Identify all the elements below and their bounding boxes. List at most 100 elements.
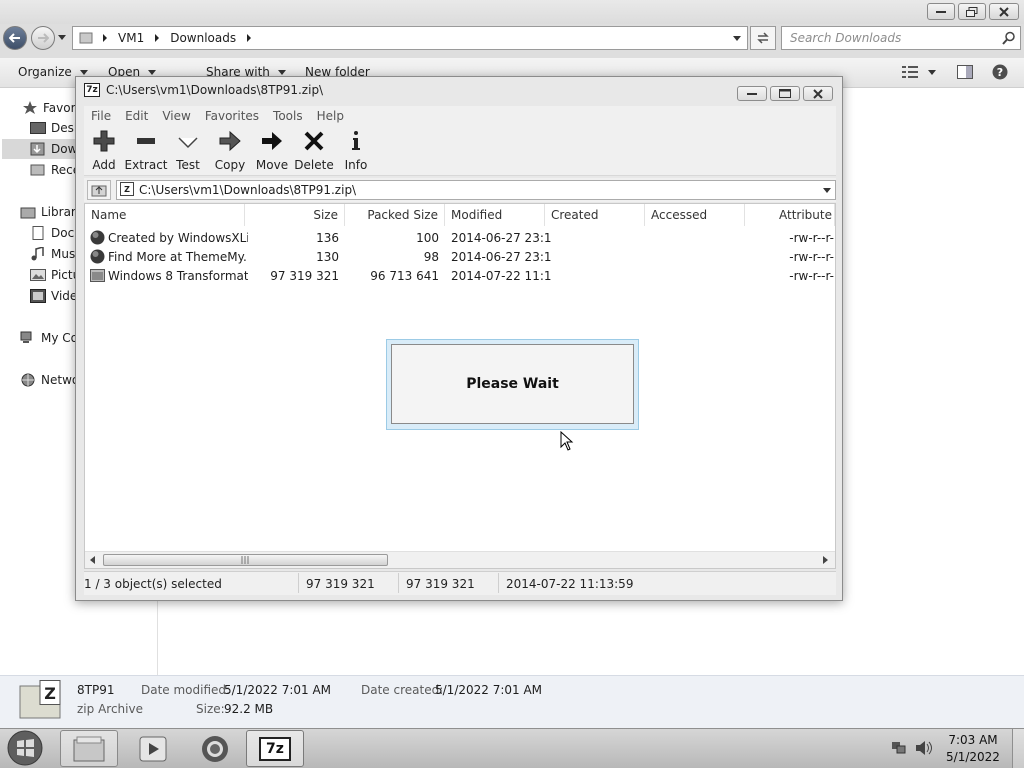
view-list-icon bbox=[902, 66, 918, 78]
row-modified: 2014-07-22 11:13 bbox=[451, 268, 551, 283]
up-folder-button[interactable] bbox=[87, 180, 111, 200]
table-row-selected[interactable]: Windows 8 Transformat... 97 319 321 96 7… bbox=[85, 266, 835, 285]
videos-icon bbox=[30, 289, 46, 303]
date-created-value: 5/1/2022 7:01 AM bbox=[435, 683, 543, 697]
address-bar[interactable]: VM1 Downloads bbox=[72, 26, 748, 50]
menu-tools[interactable]: Tools bbox=[266, 109, 310, 123]
path-value: C:\Users\vm1\Downloads\8TP91.zip\ bbox=[139, 183, 357, 197]
close-button[interactable] bbox=[989, 3, 1019, 20]
nav-music[interactable]: Mus bbox=[30, 244, 75, 264]
archive-path-icon: Z bbox=[120, 182, 134, 196]
column-header-modified[interactable]: Modified bbox=[445, 204, 545, 226]
path-dropdown[interactable] bbox=[823, 187, 831, 193]
menu-help[interactable]: Help bbox=[310, 109, 351, 123]
7zip-maximize-button[interactable] bbox=[770, 86, 800, 101]
explorer-titlebar bbox=[0, 0, 1024, 24]
status-divider bbox=[398, 573, 399, 593]
nav-label: My Co bbox=[41, 331, 78, 345]
column-header-accessed[interactable]: Accessed bbox=[645, 204, 745, 226]
network-tray-icon[interactable] bbox=[891, 741, 907, 755]
7zip-close-button[interactable] bbox=[803, 86, 833, 101]
scrollbar-grip-icon bbox=[241, 556, 249, 564]
row-accessed bbox=[651, 266, 751, 285]
back-button[interactable] bbox=[3, 26, 27, 50]
taskbar-browser-button[interactable] bbox=[186, 730, 244, 767]
table-row[interactable]: Find More at ThemeMy... 130 98 2014-06-2… bbox=[85, 247, 835, 266]
breadcrumb-root[interactable]: VM1 bbox=[118, 31, 144, 45]
nav-label: Vide bbox=[51, 289, 78, 303]
row-packed-size: 100 bbox=[416, 230, 439, 245]
forward-arrow-icon bbox=[38, 33, 49, 43]
close-icon bbox=[999, 6, 1009, 17]
refresh-button[interactable] bbox=[750, 26, 776, 50]
status-modified: 2014-07-22 11:13:59 bbox=[506, 577, 634, 591]
plus-icon bbox=[93, 130, 115, 152]
taskbar-7zip-button[interactable]: 7z bbox=[246, 730, 304, 767]
nav-desktop[interactable]: Desk bbox=[30, 118, 81, 138]
breadcrumb-folder[interactable]: Downloads bbox=[170, 31, 236, 45]
info-icon bbox=[352, 131, 360, 150]
volume-tray-icon[interactable] bbox=[915, 740, 933, 756]
minimize-button[interactable] bbox=[927, 3, 955, 20]
preview-pane-button[interactable] bbox=[957, 65, 973, 79]
add-button[interactable]: Add bbox=[83, 130, 125, 172]
scroll-left-icon[interactable] bbox=[89, 556, 97, 564]
path-input[interactable]: C:\Users\vm1\Downloads\8TP91.zip\ bbox=[116, 180, 836, 200]
chevron-right-icon bbox=[103, 34, 107, 42]
restore-button[interactable] bbox=[958, 3, 986, 20]
address-dropdown[interactable] bbox=[733, 35, 741, 41]
extract-button[interactable]: Extract bbox=[125, 130, 168, 172]
views-button[interactable] bbox=[902, 66, 936, 78]
clock-date[interactable]: 5/1/2022 bbox=[945, 750, 1001, 764]
menu-file[interactable]: File bbox=[84, 109, 118, 123]
taskbar-media-player-button[interactable] bbox=[124, 730, 182, 767]
row-name: Created by WindowsXLi... bbox=[108, 230, 248, 245]
nav-my-computer[interactable]: My Co bbox=[20, 328, 78, 348]
start-button[interactable] bbox=[2, 729, 48, 767]
date-modified-label: Date modified: bbox=[141, 683, 231, 697]
help-button[interactable]: ? bbox=[992, 64, 1008, 80]
recent-pages-dropdown[interactable] bbox=[58, 35, 66, 40]
test-button[interactable]: Test bbox=[167, 130, 209, 172]
column-header-packed-size[interactable]: Packed Size bbox=[345, 204, 445, 226]
chevron-right-icon bbox=[155, 34, 160, 42]
help-icon: ? bbox=[992, 64, 1008, 80]
nav-recent-places[interactable]: Rece bbox=[30, 160, 80, 180]
row-packed-size: 96 713 641 bbox=[370, 268, 439, 283]
column-header-size[interactable]: Size bbox=[245, 204, 345, 226]
nav-libraries[interactable]: Librari bbox=[20, 202, 79, 222]
computer-icon bbox=[20, 331, 32, 343]
refresh-icon bbox=[757, 32, 769, 44]
date-created-label: Date created: bbox=[361, 683, 444, 697]
menu-favorites[interactable]: Favorites bbox=[198, 109, 266, 123]
7zip-minimize-button[interactable] bbox=[737, 86, 767, 101]
add-label: Add bbox=[92, 158, 116, 172]
search-icon bbox=[1002, 31, 1015, 45]
clock-time[interactable]: 7:03 AM bbox=[945, 733, 1001, 747]
delete-x-icon bbox=[304, 131, 324, 151]
show-desktop-button[interactable] bbox=[1012, 729, 1024, 768]
taskbar-explorer-button[interactable] bbox=[60, 730, 118, 767]
nav-pictures[interactable]: Pictu bbox=[30, 265, 80, 285]
search-input[interactable]: Search Downloads bbox=[781, 26, 1021, 50]
copy-button[interactable]: Copy bbox=[209, 130, 251, 172]
nav-downloads[interactable]: Dow bbox=[30, 139, 77, 159]
size-value: 92.2 MB bbox=[224, 702, 274, 716]
info-button[interactable]: Info bbox=[335, 130, 377, 172]
move-button[interactable]: Move bbox=[251, 130, 293, 172]
forward-button[interactable] bbox=[31, 26, 55, 50]
nav-videos[interactable]: Vide bbox=[30, 286, 77, 306]
row-name: Find More at ThemeMy... bbox=[108, 249, 248, 264]
delete-button[interactable]: Delete bbox=[293, 130, 335, 172]
row-modified: 2014-06-27 23:10 bbox=[451, 230, 551, 245]
nav-network[interactable]: Netwo bbox=[20, 370, 79, 390]
column-header-name[interactable]: Name bbox=[85, 204, 245, 226]
column-header-attributes[interactable]: Attribute bbox=[745, 204, 835, 226]
menu-view[interactable]: View bbox=[155, 109, 197, 123]
column-header-created[interactable]: Created bbox=[545, 204, 645, 226]
row-accessed bbox=[651, 247, 751, 266]
scroll-right-icon[interactable] bbox=[821, 556, 829, 564]
7zip-window-title: C:\Users\vm1\Downloads\8TP91.zip\ bbox=[106, 83, 324, 97]
menu-edit[interactable]: Edit bbox=[118, 109, 155, 123]
table-row[interactable]: Created by WindowsXLi... 136 100 2014-06… bbox=[85, 228, 835, 247]
